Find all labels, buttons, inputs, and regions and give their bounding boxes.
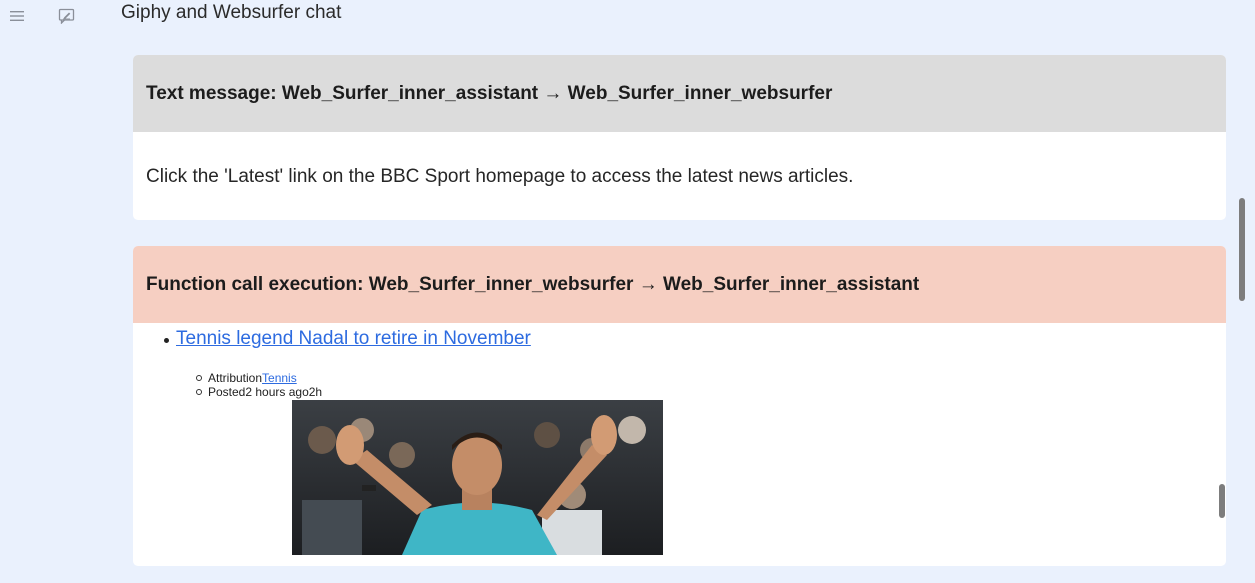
app-title: Giphy and Websurfer chat <box>121 2 342 23</box>
message-header: Function call execution: Web_Surfer_inne… <box>133 246 1226 323</box>
article-image <box>292 400 663 555</box>
list-bullet <box>196 389 202 395</box>
article-attribution: AttributionTennis <box>196 371 297 385</box>
card-scrollbar-thumb[interactable] <box>1219 484 1225 518</box>
article-posted: Posted2 hours ago2h <box>196 385 322 399</box>
list-bullet <box>164 338 169 343</box>
hamburger-menu-icon[interactable] <box>9 8 25 24</box>
article-link[interactable]: Tennis legend Nadal to retire in Novembe… <box>176 328 531 350</box>
message-card-function-call: Function call execution: Web_Surfer_inne… <box>133 246 1226 566</box>
function-result-body: Tennis legend Nadal to retire in Novembe… <box>133 323 1226 566</box>
edit-chat-icon[interactable] <box>58 8 75 24</box>
message-body: Click the 'Latest' link on the BBC Sport… <box>146 166 854 187</box>
posted-text: Posted2 hours ago2h <box>208 385 323 399</box>
attribution-link[interactable]: Tennis <box>262 371 297 385</box>
top-bar: Giphy and Websurfer chat <box>0 0 1255 30</box>
attribution-label: Attribution <box>208 371 263 385</box>
list-bullet <box>196 375 202 381</box>
message-header: Text message: Web_Surfer_inner_assistant… <box>133 55 1226 132</box>
message-card-text: Text message: Web_Surfer_inner_assistant… <box>133 55 1226 220</box>
page-scrollbar-thumb[interactable] <box>1239 198 1245 301</box>
